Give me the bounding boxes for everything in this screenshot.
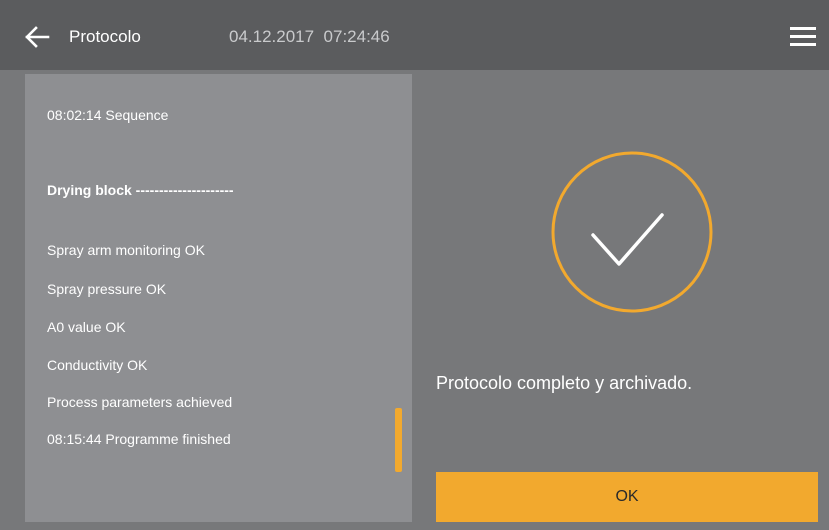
log-section-heading: Drying block --------------------- — [47, 182, 234, 198]
log-line: A0 value OK — [47, 319, 126, 335]
status-message: Protocolo completo y archivado. — [436, 373, 693, 393]
log-line: 08:15:44 Programme finished — [47, 431, 231, 447]
menu-button[interactable] — [787, 22, 819, 52]
page-title: Protocolo — [69, 27, 141, 46]
ok-button-label: OK — [615, 488, 639, 505]
log-line: Spray arm monitoring OK — [47, 242, 205, 258]
checkmark-circle-icon — [551, 151, 713, 313]
arrow-left-icon — [25, 26, 50, 48]
log-line: 08:02:14 Sequence — [47, 107, 169, 123]
hamburger-menu-icon — [790, 27, 816, 46]
log-line: Spray pressure OK — [47, 281, 167, 297]
date-text: 04.12.2017 — [229, 27, 315, 46]
log-line: Conductivity OK — [47, 357, 148, 373]
top-bar: Protocolo 04.12.2017 07:24:46 — [0, 0, 829, 70]
protocol-log-panel[interactable]: 08:02:14 Sequence Drying block ---------… — [25, 74, 412, 522]
log-line: Process parameters achieved — [47, 394, 233, 410]
back-button[interactable] — [22, 22, 52, 52]
time-text: 07:24:46 — [323, 27, 390, 46]
ok-button[interactable]: OK — [436, 472, 818, 522]
scrollbar-thumb[interactable] — [395, 408, 402, 472]
datetime: 04.12.2017 07:24:46 — [229, 27, 390, 47]
